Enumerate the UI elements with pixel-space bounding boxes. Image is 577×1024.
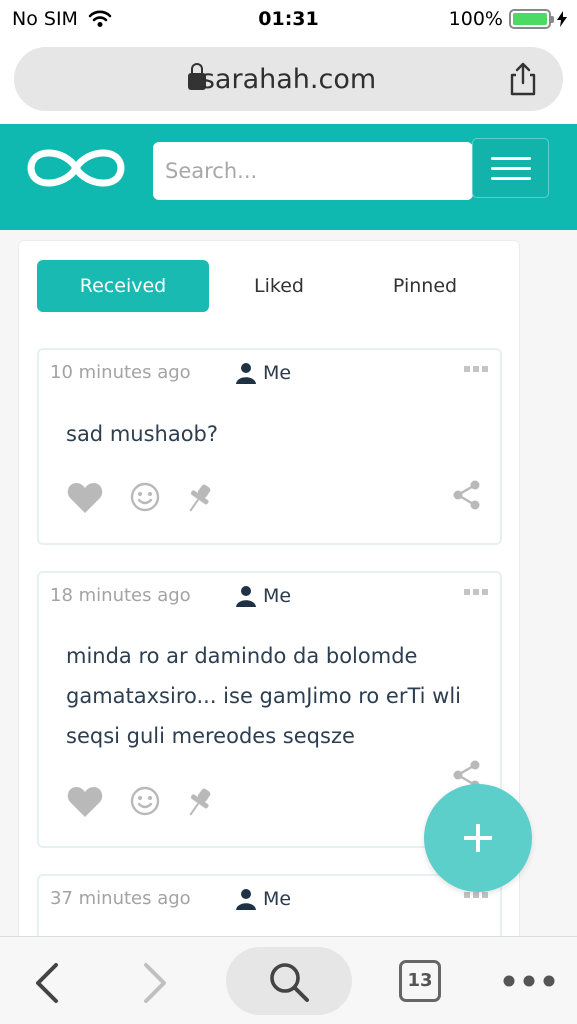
battery-level xyxy=(513,13,547,25)
charging-bolt-icon xyxy=(557,11,567,27)
message-sender: Me xyxy=(235,585,291,607)
message-tabs: Received Liked Pinned xyxy=(37,260,502,312)
message-sender: Me xyxy=(235,362,291,384)
sender-name: Me xyxy=(263,362,292,384)
sender-name: Me xyxy=(263,585,292,607)
search-icon xyxy=(270,963,309,1002)
tabs-button[interactable]: 13 xyxy=(399,960,441,1002)
tab-received[interactable]: Received xyxy=(37,260,209,312)
sarahah-logo-icon[interactable] xyxy=(26,142,126,194)
message-text: sad mushaob? xyxy=(66,422,219,446)
hamburger-menu-button[interactable] xyxy=(472,138,549,198)
person-icon xyxy=(236,889,256,910)
back-icon[interactable] xyxy=(30,961,64,1005)
share-icon[interactable] xyxy=(453,480,481,510)
browser-url-area: sarahah.com xyxy=(0,38,577,124)
message-time: 18 minutes ago xyxy=(50,585,191,606)
hamburger-line xyxy=(491,177,531,180)
battery-icon xyxy=(509,9,554,29)
status-bar: No SIM 01:31 100% xyxy=(0,0,577,38)
share-icon[interactable] xyxy=(505,61,541,97)
more-icon[interactable] xyxy=(503,975,555,987)
forward-icon[interactable] xyxy=(138,961,172,1005)
message-sender: Me xyxy=(235,888,291,910)
tab-pinned[interactable]: Pinned xyxy=(359,260,491,312)
message-time: 37 minutes ago xyxy=(50,888,191,909)
heart-icon[interactable] xyxy=(67,482,103,514)
search-input[interactable] xyxy=(153,142,473,200)
message-card: 18 minutes ago Me minda ro ar damindo da… xyxy=(37,571,502,848)
message-line: seqsi guli mereodes seqsze xyxy=(66,724,355,748)
url-bar[interactable]: sarahah.com xyxy=(14,47,563,111)
person-icon xyxy=(236,586,256,607)
plus-icon-vertical xyxy=(476,824,480,852)
message-card: 10 minutes ago Me sad mushaob? xyxy=(37,348,502,545)
more-options-icon[interactable] xyxy=(464,892,488,898)
tab-count: 13 xyxy=(407,970,433,991)
status-right: 100% xyxy=(449,8,567,30)
pin-icon[interactable] xyxy=(185,482,215,516)
message-actions xyxy=(67,480,487,518)
new-message-fab[interactable] xyxy=(424,784,532,892)
message-text: minda ro ar damindo da bolomde gamataxsi… xyxy=(66,636,486,756)
sender-name: Me xyxy=(263,888,292,910)
message-line: gamataxsiro... ise gamJimo ro erTi wli xyxy=(66,684,462,708)
person-icon xyxy=(236,363,256,384)
url-text[interactable]: sarahah.com xyxy=(14,64,563,95)
battery-percent: 100% xyxy=(448,8,503,30)
more-options-icon[interactable] xyxy=(464,366,488,372)
hamburger-line xyxy=(491,167,531,170)
hamburger-menu-icon xyxy=(491,157,531,160)
more-options-icon[interactable] xyxy=(464,589,488,595)
heart-icon[interactable] xyxy=(67,786,103,818)
message-time: 10 minutes ago xyxy=(50,362,191,383)
search-button[interactable] xyxy=(226,947,352,1015)
smile-icon[interactable] xyxy=(130,482,160,512)
tab-liked[interactable]: Liked xyxy=(219,260,339,312)
message-actions xyxy=(67,760,487,822)
pin-icon[interactable] xyxy=(185,786,215,820)
message-line: minda ro ar damindo da bolomde xyxy=(66,644,418,668)
smile-icon[interactable] xyxy=(130,786,160,816)
app-header xyxy=(0,124,577,230)
browser-toolbar: 13 xyxy=(0,936,577,1024)
